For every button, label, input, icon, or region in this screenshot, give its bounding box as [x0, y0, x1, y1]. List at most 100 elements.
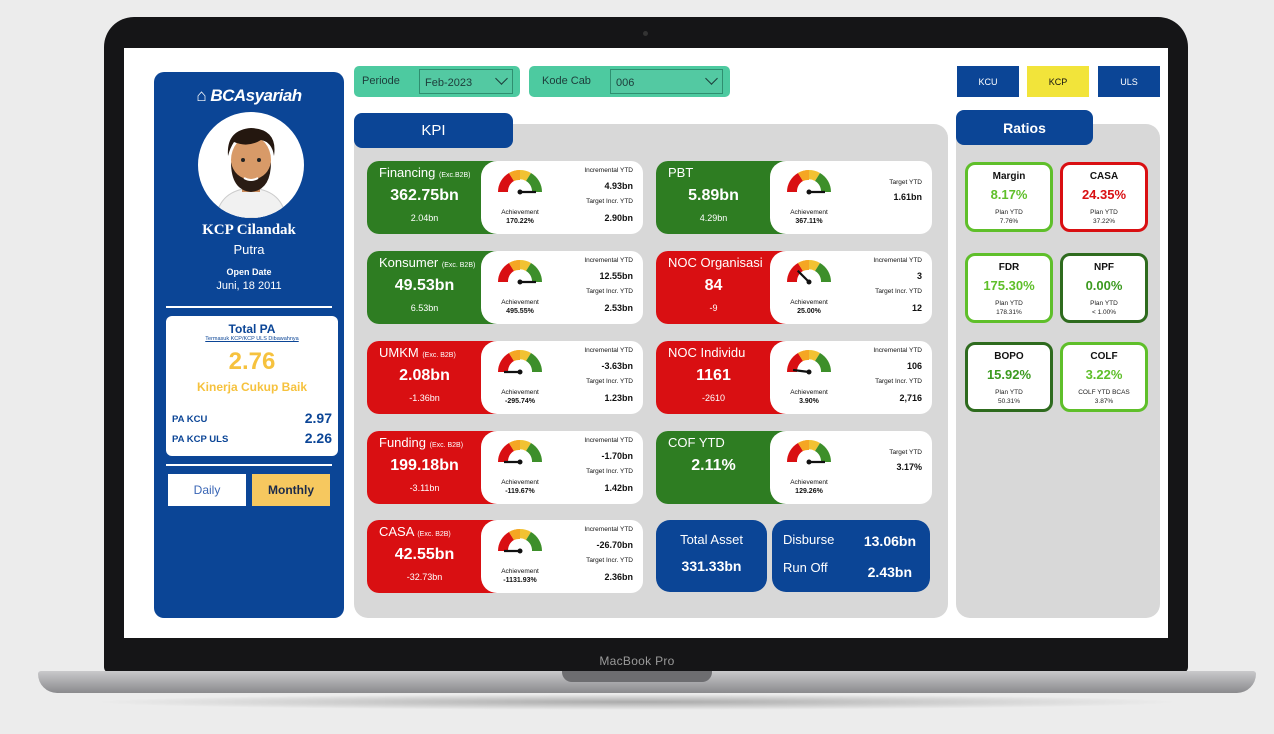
- kpi-card: COF YTD 2.11% Achievement 129.26% Target Y…: [656, 431, 932, 504]
- avatar: [198, 112, 304, 218]
- kcp-button[interactable]: KCP: [1027, 66, 1089, 97]
- target-value: 2.90bn: [604, 213, 633, 223]
- kpi-card-value: 2.08bn: [399, 367, 450, 384]
- target-value: 12: [911, 303, 922, 313]
- achievement-gauge: [787, 170, 831, 195]
- kpi-card-value: 199.18bn: [390, 457, 459, 474]
- incremental-label: Incremental YTD: [873, 347, 922, 354]
- ratio-plan-value: 3.87%: [1094, 398, 1114, 405]
- runoff-value: 2.43bn: [867, 564, 912, 580]
- pa-kcpuls-value: 2.26: [304, 430, 332, 446]
- incremental-value: 3: [916, 271, 922, 281]
- achievement-label: Achievement: [501, 299, 539, 306]
- kpi-title: KPI: [354, 113, 513, 148]
- achievement-label: Achievement: [790, 209, 828, 216]
- achievement-gauge: [498, 529, 542, 554]
- ratio-title: COLF: [1090, 351, 1118, 362]
- monthly-button[interactable]: Monthly: [252, 474, 330, 506]
- kpi-card-title: CASA (Exc. B2B): [379, 524, 451, 539]
- achievement-value: -1131.93%: [503, 577, 537, 584]
- kpi-card: Funding (Exc. B2B) 199.18bn -3.11bn Achiev…: [367, 431, 643, 504]
- ratio-card: Margin 8.17% Plan YTD 7.76%: [965, 162, 1053, 232]
- target-label: Target Incr. YTD: [586, 557, 633, 564]
- ratio-card: COLF 3.22% COLF YTD BCAS 3.87%: [1060, 342, 1148, 412]
- kpi-card-title: Financing (Exc.B2B): [379, 165, 471, 180]
- runoff-label: Run Off: [783, 560, 828, 575]
- kpi-card-sub: -9: [709, 303, 718, 313]
- pa-kcpuls-label: PA KCP ULS: [172, 434, 229, 445]
- kpi-card-value: 42.55bn: [394, 546, 455, 563]
- pa-note: Termasuk KCP/KCP ULS Dibawahnya: [205, 336, 299, 342]
- kpi-card-value: 49.53bn: [394, 277, 455, 294]
- chevron-down-icon: [705, 72, 718, 85]
- incremental-value: 106: [906, 361, 922, 371]
- achievement-value: 25.00%: [797, 308, 821, 315]
- kpi-card: Konsumer (Exc. B2B) 49.53bn 6.53bn Achieve…: [367, 251, 643, 324]
- achievement-gauge: [498, 260, 542, 285]
- kpi-card-title: NOC Organisasi: [668, 255, 763, 270]
- pa-card: Total PA Termasuk KCP/KCP ULS Dibawahnya…: [166, 316, 338, 456]
- kode-cab-select[interactable]: 006: [610, 69, 723, 94]
- target-value: 1.42bn: [604, 483, 633, 493]
- target-value: 2.36bn: [604, 572, 633, 582]
- target-label: Target Incr. YTD: [586, 378, 633, 385]
- achievement-label: Achievement: [790, 299, 828, 306]
- total-asset-card: Total Asset 331.33bn: [656, 520, 767, 592]
- target-label: Target Incr. YTD: [586, 288, 633, 295]
- incremental-value: -3.63bn: [601, 361, 633, 371]
- target-label: Target Incr. YTD: [586, 198, 633, 205]
- pa-kcu-label: PA KCU: [172, 414, 208, 425]
- incremental-value: 12.55bn: [599, 271, 633, 281]
- kpi-card-title: PBT: [668, 165, 694, 180]
- kpi-card-sub: -1.36bn: [409, 393, 440, 403]
- target-label: Target Incr. YTD: [875, 288, 922, 295]
- incremental-label: Incremental YTD: [584, 257, 633, 264]
- pa-kcu-value: 2.97: [304, 410, 332, 426]
- pa-rating: Kinerja Cukup Baik: [196, 380, 308, 394]
- disburse-value: 13.06bn: [863, 533, 916, 549]
- achievement-label: Achievement: [501, 568, 539, 575]
- achievement-gauge: [787, 440, 831, 465]
- incremental-value: -26.70bn: [596, 540, 633, 550]
- incremental-value: -1.70bn: [601, 451, 633, 461]
- incremental-label: Incremental YTD: [584, 347, 633, 354]
- laptop-notch: [562, 671, 712, 682]
- ratio-card: CASA 24.35% Plan YTD 37.22%: [1060, 162, 1148, 232]
- ratio-title: FDR: [998, 262, 1020, 273]
- incremental-value: 4.93bn: [604, 181, 633, 191]
- kpi-card-title: UMKM (Exc. B2B): [379, 345, 456, 360]
- ratio-value: 8.17%: [990, 187, 1028, 202]
- achievement-value: 129.26%: [795, 488, 823, 495]
- ratio-plan-value: 50.31%: [997, 398, 1021, 405]
- uls-button[interactable]: ULS: [1098, 66, 1160, 97]
- kpi-card-sub: 6.53bn: [410, 303, 439, 313]
- kpi-card-value: 362.75bn: [390, 187, 459, 204]
- kpi-card: PBT 5.89bn 4.29bn Achievement 367.11% Targe…: [656, 161, 932, 234]
- kpi-card: NOC Individu 1161 -2610 Achievement 3.90% I…: [656, 341, 932, 414]
- total-asset-label: Total Asset: [680, 532, 743, 547]
- kpi-card-title: COF YTD: [668, 435, 725, 450]
- target-label: Target YTD: [889, 449, 922, 456]
- ratio-value: 15.92%: [986, 367, 1032, 382]
- total-asset-value: 331.33bn: [681, 558, 742, 574]
- achievement-gauge: [787, 260, 831, 285]
- periode-select[interactable]: Feb-2023: [419, 69, 513, 94]
- branch-type: Putra: [233, 242, 265, 257]
- kpi-card-sub: -2610: [701, 393, 726, 403]
- ratios-title: Ratios: [956, 110, 1093, 145]
- ratio-plan-value: 178.31%: [996, 309, 1022, 316]
- ratio-title: NPF: [1094, 262, 1114, 273]
- camera-dot: [643, 31, 648, 36]
- achievement-value: 367.11%: [795, 218, 823, 225]
- kpi-card: UMKM (Exc. B2B) 2.08bn -1.36bn Achievement…: [367, 341, 643, 414]
- achievement-label: Achievement: [790, 479, 828, 486]
- kcu-button[interactable]: KCU: [957, 66, 1019, 97]
- achievement-label: Achievement: [501, 389, 539, 396]
- ratio-title: Margin: [992, 171, 1026, 182]
- kode-cab-filter: Kode Cab 006: [529, 66, 730, 97]
- daily-button[interactable]: Daily: [168, 474, 246, 506]
- target-label: Target YTD: [889, 179, 922, 186]
- achievement-value: -295.74%: [505, 398, 535, 405]
- achievement-value: 495.55%: [506, 308, 534, 315]
- ratio-plan-label: Plan YTD: [995, 300, 1023, 307]
